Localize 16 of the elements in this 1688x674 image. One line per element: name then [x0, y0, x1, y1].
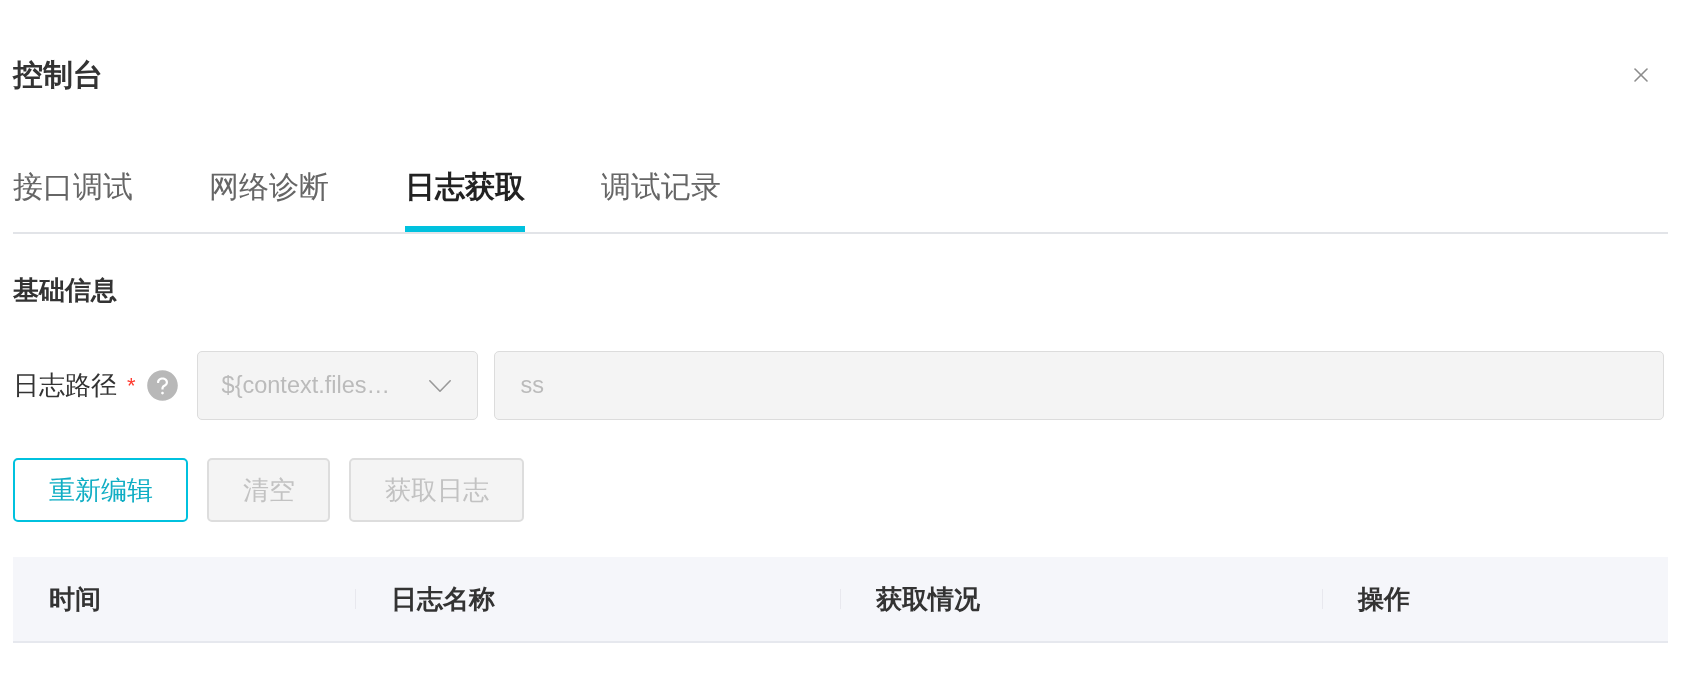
column-header: 获取情况 [840, 581, 1322, 617]
chevron-down-icon [428, 379, 451, 392]
field-label: 日志路径 [13, 369, 117, 402]
required-mark: * [127, 372, 136, 399]
tab[interactable]: 接口调试 [13, 150, 133, 232]
column-header: 操作 [1322, 581, 1668, 617]
select-value: ${context.files… [221, 372, 391, 399]
column-header: 日志名称 [355, 581, 840, 617]
section-title: 基础信息 [13, 274, 117, 307]
tab[interactable]: 日志获取 [405, 150, 525, 232]
column-header: 时间 [48, 582, 102, 616]
tab[interactable]: 调试记录 [601, 150, 721, 232]
action-button[interactable]: 重新编辑 [13, 458, 188, 522]
dialog-title: 控制台 [13, 56, 103, 94]
help-icon[interactable] [144, 368, 180, 403]
tab[interactable]: 网络诊断 [209, 150, 329, 232]
